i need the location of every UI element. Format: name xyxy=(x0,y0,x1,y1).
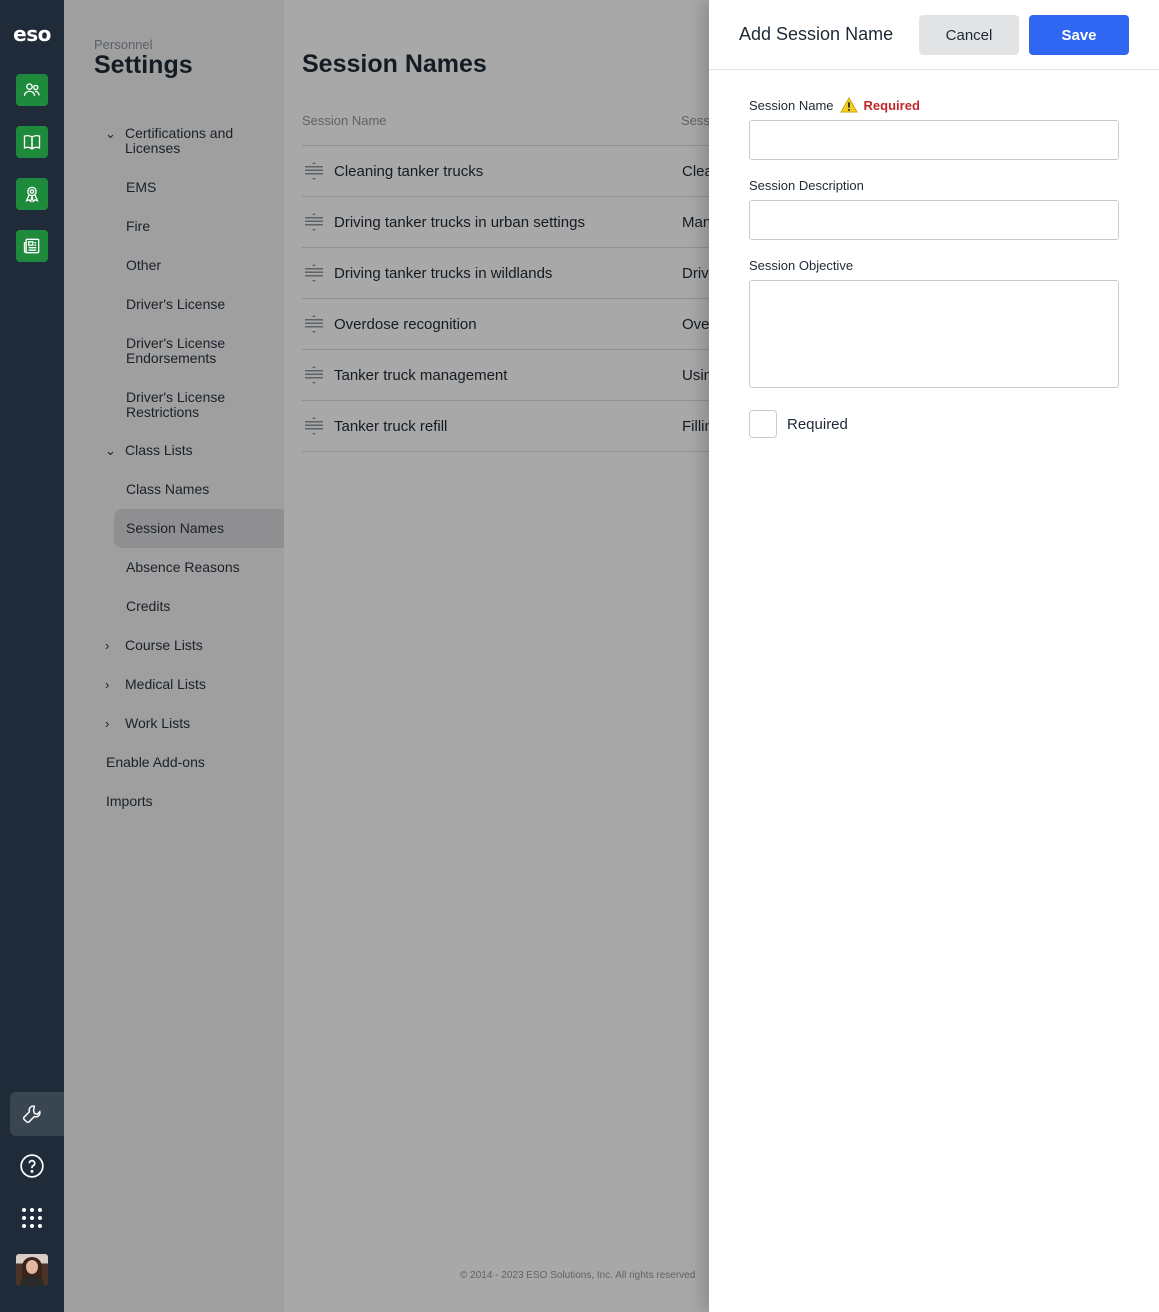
required-indicator: Required xyxy=(863,97,920,113)
session-objective-textarea[interactable] xyxy=(749,280,1119,388)
book-icon[interactable] xyxy=(16,126,48,158)
grid-icon[interactable] xyxy=(16,1202,48,1234)
session-name-label: Session Name Required xyxy=(749,97,920,113)
warning-icon xyxy=(839,97,858,113)
drawer-title: Add Session Name xyxy=(739,24,894,44)
session-description-input[interactable] xyxy=(749,200,1119,240)
save-button[interactable]: Save xyxy=(1029,15,1129,55)
wrench-icon[interactable] xyxy=(10,1092,64,1136)
modal-overlay[interactable] xyxy=(64,0,709,1312)
app-rail: eso xyxy=(0,0,64,1312)
required-checkbox-label[interactable]: Required xyxy=(787,416,848,433)
session-name-input[interactable] xyxy=(749,120,1119,160)
newspaper-icon[interactable] xyxy=(16,230,48,262)
help-icon[interactable] xyxy=(16,1150,48,1182)
cancel-button[interactable]: Cancel xyxy=(919,15,1019,55)
award-icon[interactable] xyxy=(16,178,48,210)
session-description-label: Session Description xyxy=(749,178,864,193)
eso-logo: eso xyxy=(13,22,51,46)
people-icon[interactable] xyxy=(16,74,48,106)
avatar[interactable] xyxy=(16,1254,48,1286)
session-objective-label: Session Objective xyxy=(749,258,854,273)
required-checkbox[interactable] xyxy=(749,410,777,438)
add-session-name-drawer: Add Session Name Cancel Save Session Nam… xyxy=(709,0,1159,1312)
drawer-header: Add Session Name Cancel Save xyxy=(709,0,1159,70)
